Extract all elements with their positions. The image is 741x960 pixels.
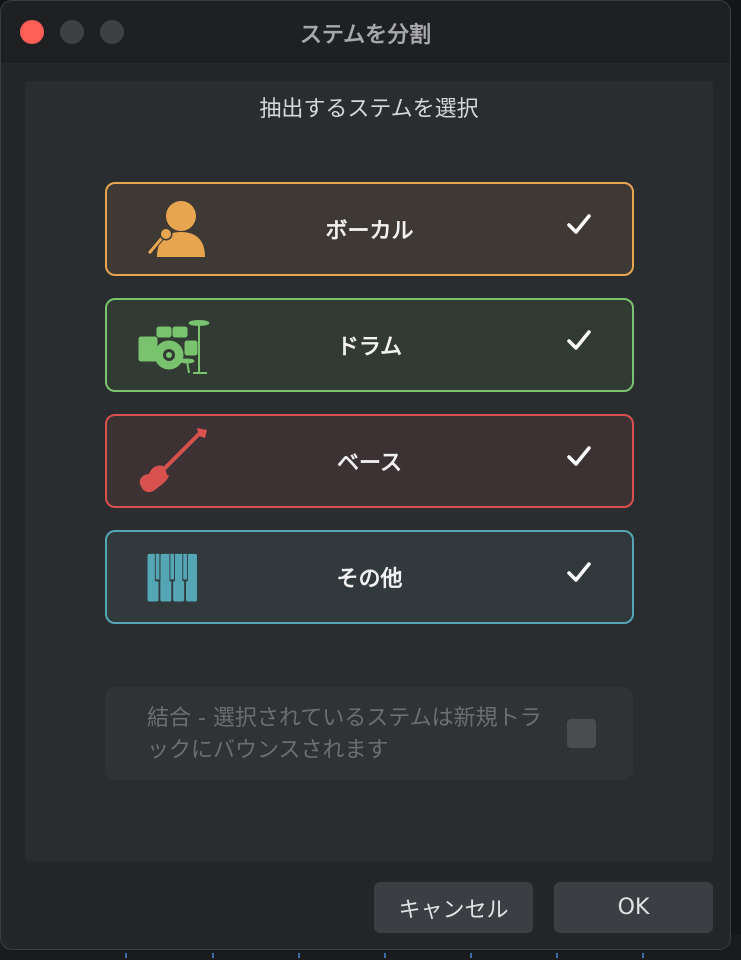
stem-label-drums: ドラム [336,335,403,360]
panel-heading: 抽出するステムを選択 [259,97,479,122]
cancel-button[interactable]: キャンセル [374,882,533,933]
checkmark-icon [567,330,591,350]
stem-label-bass: ベース [337,451,402,476]
stem-selection-panel: 抽出するステムを選択 ボーカル ドラム ベース その他 結合 - 選択されている… [25,81,713,861]
checkmark-icon [567,214,591,234]
stem-option-bass[interactable]: ベース [105,414,634,508]
stem-option-vocal[interactable]: ボーカル [105,182,634,276]
combine-option: 結合 - 選択されているステムは新規トラックにバウンスされます [105,687,633,780]
stem-option-drums[interactable]: ドラム [105,298,634,392]
stem-label-other: その他 [336,567,403,592]
split-stems-dialog: ステムを分割 抽出するステムを選択 ボーカル ドラム ベース その他 結合 - … [0,0,731,950]
title-bar: ステムを分割 [1,1,730,62]
combine-label: 結合 - 選択されているステムは新規トラックにバウンスされます [147,706,542,763]
ok-button[interactable]: OK [554,882,713,933]
combine-checkbox [567,719,596,748]
checkmark-icon [567,562,591,582]
checkmark-icon [567,446,591,466]
stem-label-vocal: ボーカル [325,219,414,244]
window-title: ステムを分割 [299,23,432,48]
stem-option-other[interactable]: その他 [105,530,634,624]
